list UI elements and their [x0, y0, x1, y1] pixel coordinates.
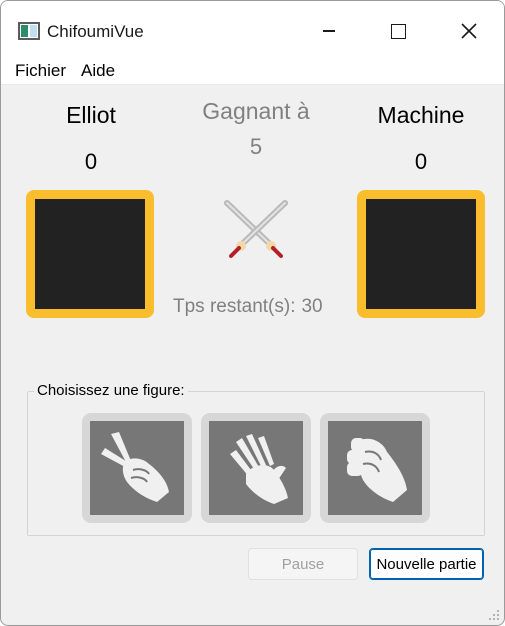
time-remaining: Tps restant(s): 30 [173, 296, 323, 318]
scissors-hand-icon [101, 432, 169, 502]
maximize-button[interactable] [375, 11, 421, 51]
machine-score: 0 [414, 149, 428, 174]
window-title: ChifoumiVue [47, 22, 144, 41]
time-remaining-label: Tps restant(s): [173, 296, 296, 317]
player-choice-display [26, 190, 154, 318]
close-icon [461, 23, 477, 39]
scissors-tile [90, 421, 184, 515]
player-choice-slot [35, 199, 145, 309]
winning-score-value: 5 [249, 134, 263, 159]
paper-hand-icon [230, 434, 288, 504]
paper-button[interactable] [201, 413, 311, 523]
minimize-button[interactable] [306, 11, 352, 51]
menu-bar: Fichier Aide [1, 59, 504, 85]
menu-aide[interactable]: Aide [81, 61, 115, 81]
app-window: ChifoumiVue Fichier Aide Elliot Machine … [0, 0, 505, 626]
close-button[interactable] [446, 11, 492, 51]
player-score: 0 [84, 149, 98, 174]
scissors-button[interactable] [82, 413, 192, 523]
rock-button[interactable] [320, 413, 430, 523]
player-name: Elliot [66, 102, 116, 128]
title-bar[interactable]: ChifoumiVue [1, 1, 504, 59]
minimize-icon [323, 30, 335, 32]
machine-choice-slot [366, 199, 476, 309]
time-remaining-value: 30 [301, 296, 323, 317]
maximize-icon [390, 23, 406, 39]
paper-tile [209, 421, 303, 515]
machine-name: Machine [377, 102, 465, 128]
resize-grip-icon[interactable] [488, 609, 500, 621]
figure-group-label: Choisissez une figure: [34, 382, 188, 399]
rock-tile [328, 421, 422, 515]
winning-score-label: Gagnant à [202, 98, 310, 124]
new-game-button[interactable]: Nouvelle partie [369, 548, 484, 580]
menu-fichier[interactable]: Fichier [15, 61, 66, 81]
rock-fist-icon [347, 438, 407, 502]
machine-choice-display [357, 190, 485, 318]
app-icon [18, 22, 40, 40]
crossed-swords-icon [224, 200, 288, 258]
pause-button[interactable]: Pause [248, 548, 358, 580]
